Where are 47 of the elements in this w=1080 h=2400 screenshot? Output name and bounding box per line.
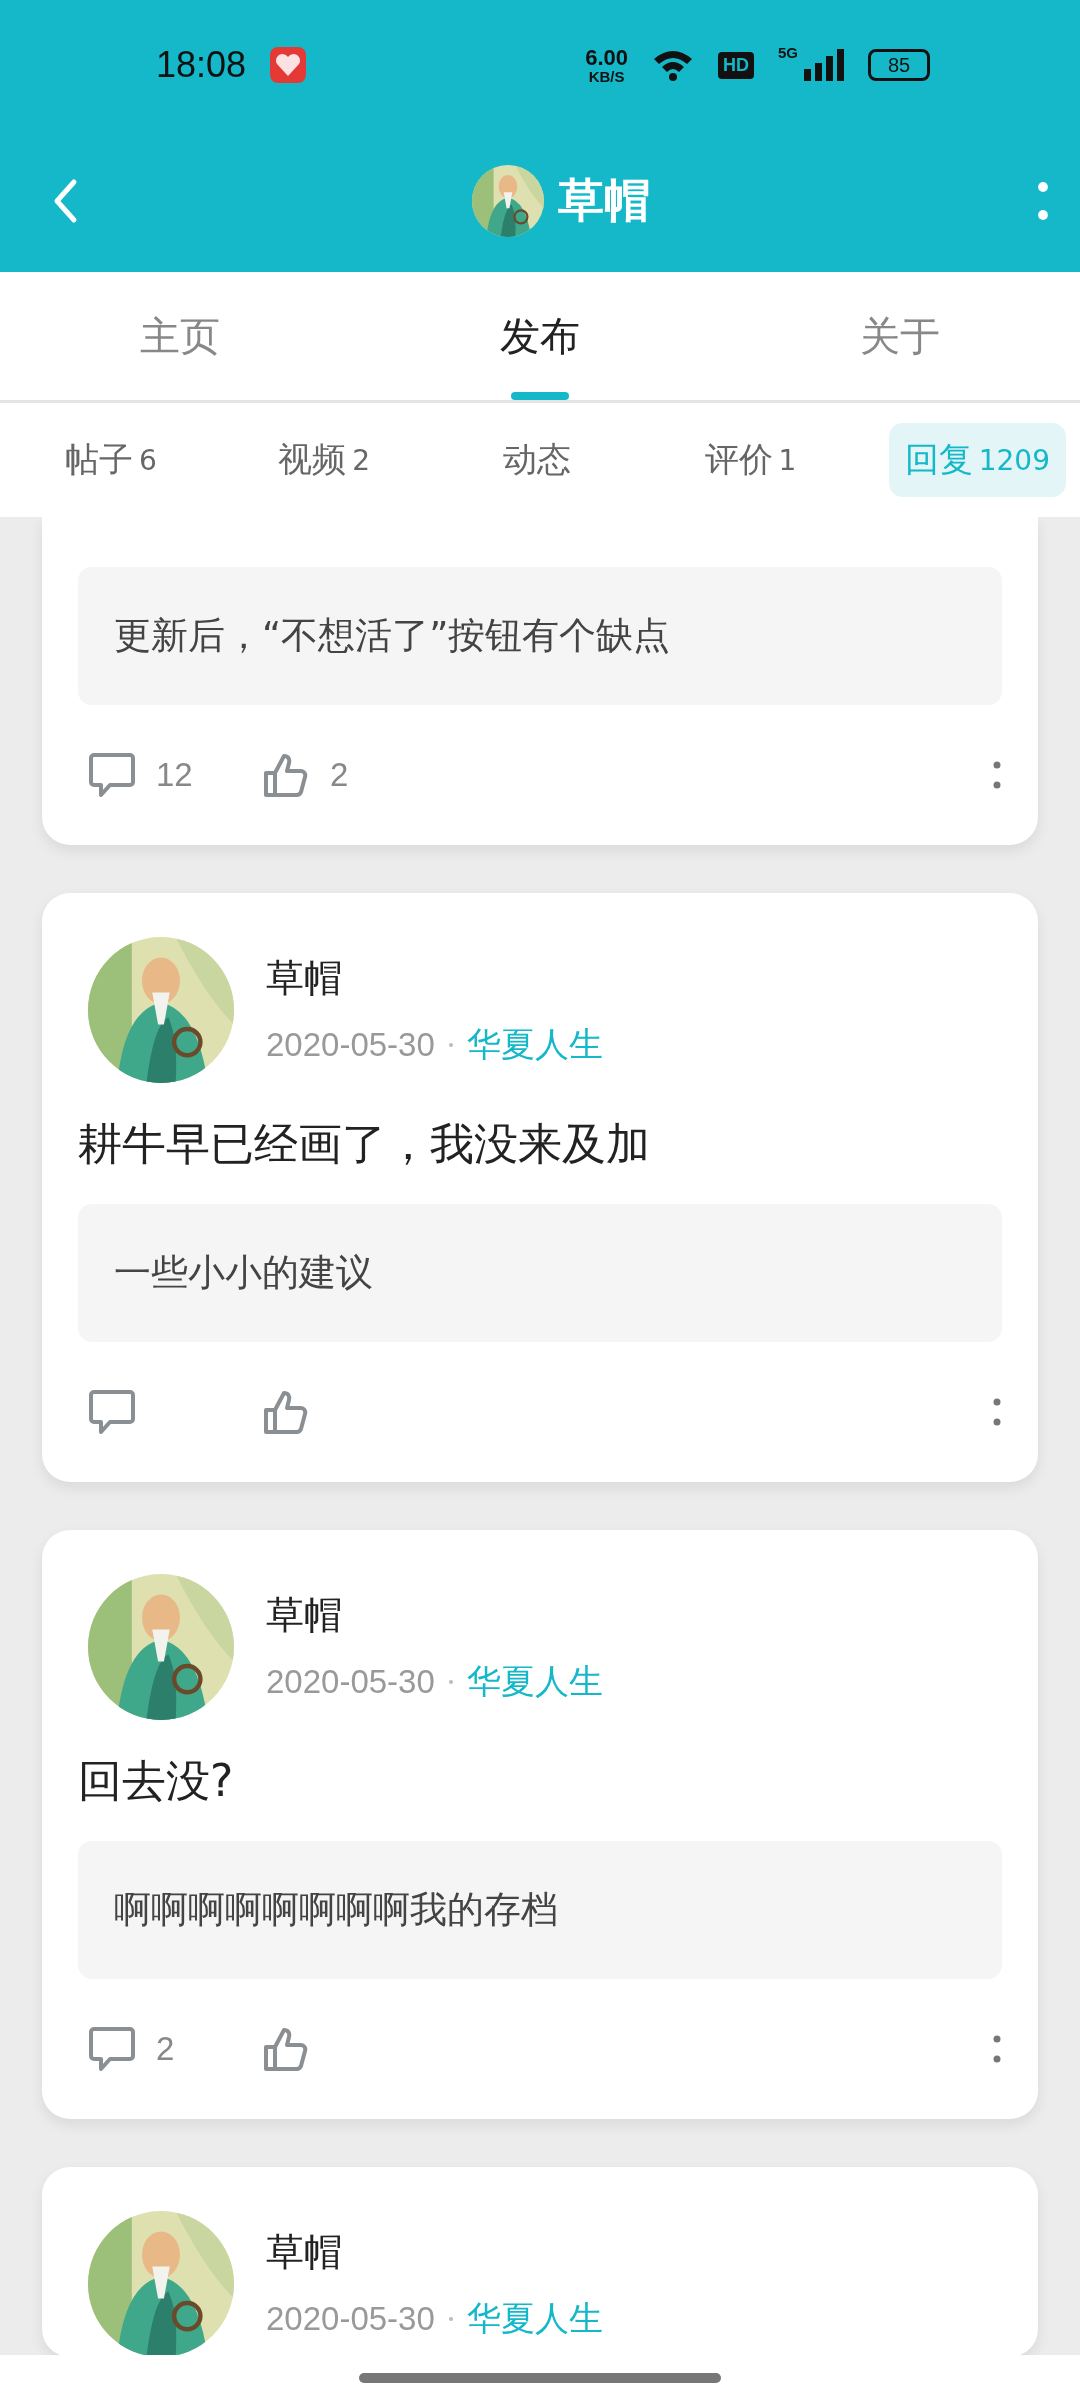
like-button[interactable]: 2 bbox=[262, 751, 436, 799]
battery-icon: 85 bbox=[868, 49, 930, 81]
topic-link[interactable]: 华夏人生 bbox=[466, 1658, 603, 1705]
filter-tab[interactable]: 视频 2 bbox=[249, 423, 400, 497]
filter-tab[interactable]: 帖子 6 bbox=[36, 423, 186, 497]
home-indicator[interactable] bbox=[359, 2372, 721, 2383]
comment-icon bbox=[88, 1389, 136, 1435]
filter-tab[interactable]: 回复 1209 bbox=[888, 423, 1066, 497]
post-date: 2020-05-30 bbox=[266, 1025, 435, 1064]
author-name: 草帽 bbox=[266, 2228, 343, 2276]
signal-icon bbox=[804, 49, 844, 81]
more-icon[interactable] bbox=[992, 1397, 1002, 1427]
quoted-post[interactable]: 啊啊啊啊啊啊啊啊我的存档 bbox=[78, 1841, 1002, 1979]
network-speed: 6.00 bbox=[585, 46, 628, 69]
filter-tab[interactable]: 评价 1 bbox=[675, 423, 826, 497]
hd-badge: HD bbox=[718, 51, 754, 79]
thumbs-up-icon bbox=[262, 1388, 310, 1436]
post-date: 2020-05-30 bbox=[266, 2299, 435, 2338]
topic-link[interactable]: 华夏人生 bbox=[466, 1021, 603, 1068]
topic-link[interactable]: 华夏人生 bbox=[466, 2295, 603, 2342]
more-icon[interactable] bbox=[992, 760, 1002, 790]
thumbs-up-icon bbox=[262, 751, 310, 799]
network-type: 5G bbox=[778, 44, 798, 61]
author-name: 草帽 bbox=[266, 954, 343, 1002]
tab[interactable]: 发布 bbox=[360, 272, 720, 400]
tab[interactable]: 主页 bbox=[0, 272, 360, 400]
thumbs-up-icon bbox=[262, 2025, 310, 2073]
quoted-post[interactable]: 更新后，“不想活了”按钮有个缺点 bbox=[78, 567, 1002, 705]
more-icon[interactable] bbox=[992, 2034, 1002, 2064]
profile-title: 草帽 bbox=[558, 172, 650, 229]
author-name: 草帽 bbox=[266, 1591, 343, 1639]
comment-icon bbox=[88, 752, 136, 798]
reply-text: 回去没? bbox=[78, 1754, 235, 1808]
tab[interactable]: 关于 bbox=[720, 272, 1080, 400]
wifi-icon bbox=[652, 49, 694, 81]
reply-text: 耕牛早已经画了，我没来及加 bbox=[78, 1117, 651, 1171]
back-icon bbox=[52, 178, 78, 224]
app-icon bbox=[270, 47, 307, 83]
filter-tab[interactable]: 动态 bbox=[462, 423, 613, 497]
speed-unit: KB/S bbox=[588, 68, 625, 84]
status-time: 18:08 bbox=[156, 44, 247, 86]
comment-button[interactable]: 2 bbox=[88, 2026, 262, 2072]
comment-button[interactable]: 12 bbox=[88, 752, 262, 798]
quoted-post[interactable]: 一些小小的建议 bbox=[78, 1204, 1002, 1342]
more-icon[interactable] bbox=[1036, 180, 1050, 222]
comment-icon bbox=[88, 2026, 136, 2072]
post-date: 2020-05-30 bbox=[266, 1662, 435, 1701]
